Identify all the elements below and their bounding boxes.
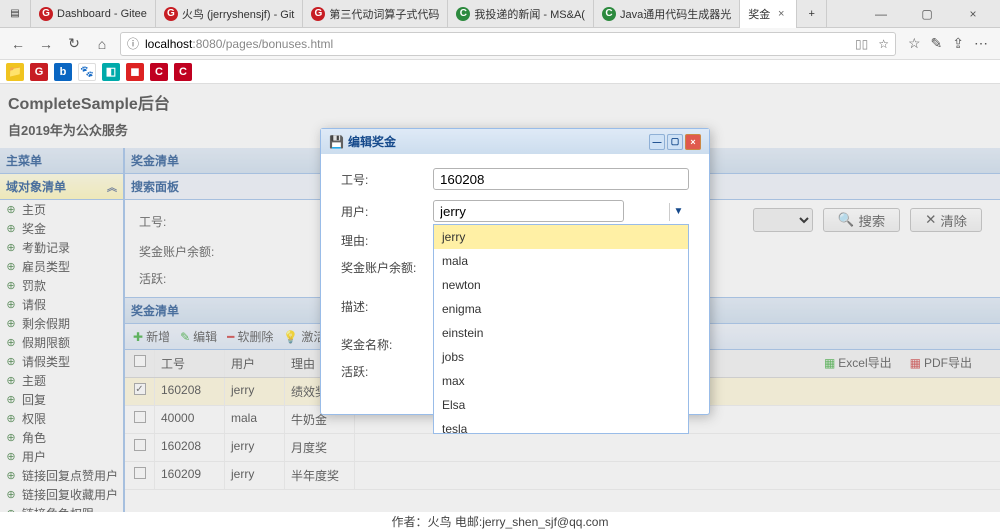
browser-tab-active[interactable]: 奖金 × (740, 0, 797, 28)
maximize-button[interactable]: ▢ (910, 7, 944, 21)
dropdown-option[interactable]: max (434, 369, 688, 393)
maximize-icon[interactable]: ▢ (667, 134, 683, 150)
info-icon: ⓘ (127, 35, 139, 52)
window-controls: — ▢ × (854, 7, 1000, 21)
url-path: /pages/bonuses.html (222, 37, 333, 51)
site-icon: C (456, 7, 470, 21)
bookmark-icon[interactable]: ◼ (126, 63, 144, 81)
modal-tools: — ▢ × (649, 134, 701, 150)
plus-icon: + (809, 8, 815, 20)
tab-label: 第三代动词算子式代码 (329, 6, 439, 22)
chevron-down-icon[interactable]: ▼ (669, 203, 687, 221)
tab-label: Dashboard - Gitee (57, 8, 147, 20)
dropdown-option[interactable]: einstein (434, 321, 688, 345)
modal-body: 工号: 用户: ▼ jerrymalanewtonenigmaeinsteinj… (321, 154, 709, 414)
share-icon[interactable]: ⇪ (952, 35, 964, 52)
minimize-button[interactable]: — (864, 7, 898, 21)
bookmark-icon[interactable]: b (54, 63, 72, 81)
tab-label: 奖金 (748, 6, 770, 22)
minimize-icon[interactable]: — (649, 134, 665, 150)
dropdown-option[interactable]: enigma (434, 297, 688, 321)
tab-label: 我投递的新闻 - MS&A( (474, 6, 585, 22)
forward-button[interactable]: → (36, 34, 56, 54)
save-icon: 💾 (329, 135, 344, 149)
dropdown-option[interactable]: Elsa (434, 393, 688, 417)
input-gh[interactable] (433, 168, 689, 190)
reader-icon[interactable]: ▯▯ (855, 37, 868, 51)
label-balance: 奖金账户余额: (341, 259, 433, 276)
edit-icon[interactable]: ✎ (931, 35, 943, 52)
browser-tab[interactable]: C 我投递的新闻 - MS&A( (448, 0, 594, 28)
label-reason: 理由: (341, 232, 433, 249)
tab-label: 火鸟 (jerryshensjf) - Git (182, 6, 294, 22)
gitee-icon: G (311, 7, 325, 21)
browser-tab[interactable]: C Java通用代码生成器光 (594, 0, 740, 28)
site-icon: C (602, 7, 616, 21)
browser-tab[interactable]: ▤ (0, 0, 31, 28)
page-footer: 作者：火鸟 电邮:jerry_shen_sjf@qq.com (0, 512, 1000, 532)
dropdown-option[interactable]: tesla (434, 417, 688, 434)
browser-tab[interactable]: G 第三代动词算子式代码 (303, 0, 448, 28)
bookmark-icon[interactable]: ☆ (878, 37, 889, 51)
refresh-button[interactable]: ↻ (64, 34, 84, 54)
modal-header[interactable]: 💾 编辑奖金 — ▢ × (321, 129, 709, 154)
more-icon[interactable]: ⋯ (974, 35, 988, 52)
bookmark-icon[interactable]: C (150, 63, 168, 81)
url-input[interactable]: ⓘ localhost:8080/pages/bonuses.html ▯▯ ☆ (120, 32, 896, 56)
bookmark-icon[interactable]: C (174, 63, 192, 81)
label-user: 用户: (341, 203, 433, 220)
close-button[interactable]: × (956, 7, 990, 21)
url-host: localhost (145, 37, 192, 51)
modal-title: 编辑奖金 (348, 133, 396, 150)
url-port: :8080 (192, 37, 222, 51)
address-bar: ← → ↻ ⌂ ⓘ localhost:8080/pages/bonuses.h… (0, 28, 1000, 60)
new-tab-button[interactable]: + (797, 0, 827, 28)
close-icon[interactable]: × (774, 8, 788, 20)
combo-user: ▼ jerrymalanewtonenigmaeinsteinjobsmaxEl… (433, 200, 689, 222)
browser-tab[interactable]: G 火鸟 (jerryshensjf) - Git (156, 0, 303, 28)
dropdown-option[interactable]: newton (434, 273, 688, 297)
label-active: 活跃: (341, 363, 433, 380)
tab-group: ▤ G Dashboard - Gitee G 火鸟 (jerryshensjf) … (0, 0, 854, 28)
toolbar-icons: ☆ ✎ ⇪ ⋯ (904, 35, 992, 52)
bookmark-icon[interactable]: 🐾 (78, 63, 96, 81)
label-name: 奖金名称: (341, 336, 433, 353)
back-button[interactable]: ← (8, 34, 28, 54)
favorites-icon[interactable]: ☆ (908, 35, 921, 52)
label-desc: 描述: (341, 298, 433, 315)
home-button[interactable]: ⌂ (92, 34, 112, 54)
label-gh: 工号: (341, 171, 433, 188)
input-user[interactable] (433, 200, 624, 222)
gitee-icon: G (164, 7, 178, 21)
bookmark-folder-icon[interactable]: 📁 (6, 63, 24, 81)
menu-icon: ▤ (8, 7, 22, 21)
close-icon[interactable]: × (685, 134, 701, 150)
bookmark-icon[interactable]: G (30, 63, 48, 81)
bookmark-bar: 📁 G b 🐾 ◧ ◼ C C (0, 60, 1000, 84)
edit-bonus-modal: 💾 编辑奖金 — ▢ × 工号: 用户: ▼ jerrymalanewtonen… (320, 128, 710, 415)
gitee-icon: G (39, 7, 53, 21)
dropdown-option[interactable]: jobs (434, 345, 688, 369)
dropdown-option[interactable]: jerry (434, 225, 688, 249)
bookmark-icon[interactable]: ◧ (102, 63, 120, 81)
tab-label: Java通用代码生成器光 (620, 6, 731, 22)
browser-tab[interactable]: G Dashboard - Gitee (31, 0, 156, 28)
dropdown-option[interactable]: mala (434, 249, 688, 273)
user-dropdown: jerrymalanewtonenigmaeinsteinjobsmaxElsa… (433, 224, 689, 434)
browser-tab-bar: ▤ G Dashboard - Gitee G 火鸟 (jerryshensjf) … (0, 0, 1000, 28)
